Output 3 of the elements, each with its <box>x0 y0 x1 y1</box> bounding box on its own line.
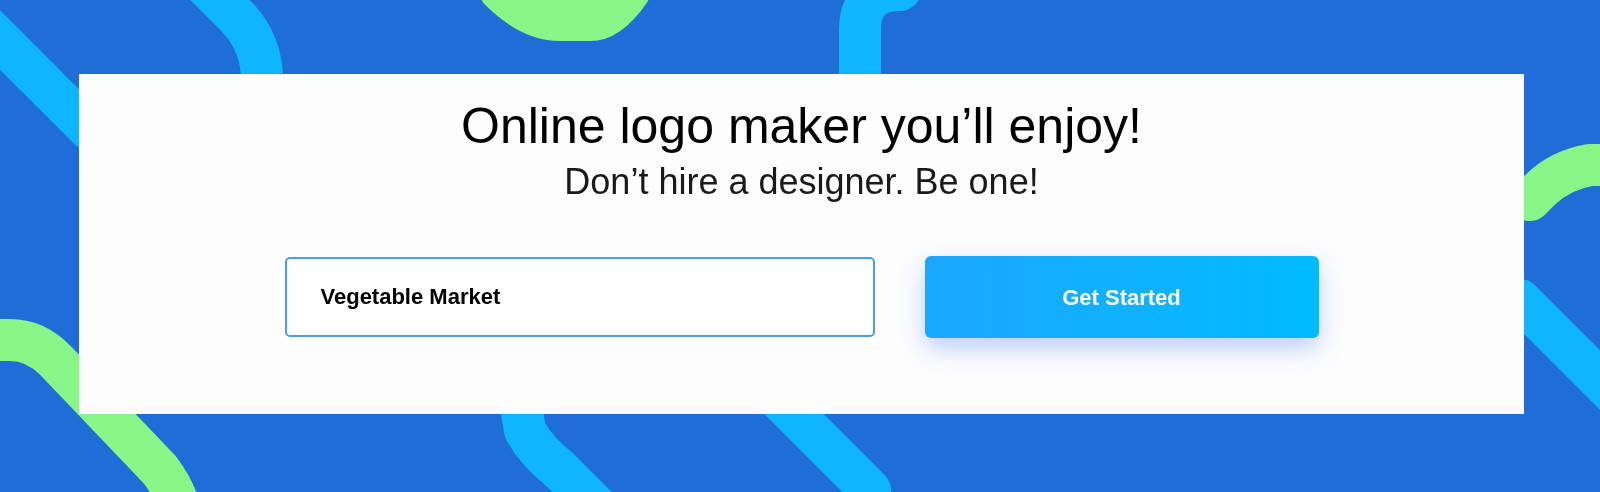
business-name-input[interactable]: Vegetable Market <box>284 257 875 337</box>
hero-title: Online logo maker you’ll enjoy! <box>461 97 1142 156</box>
hero-subtitle: Don’t hire a designer. Be one! <box>564 160 1039 204</box>
